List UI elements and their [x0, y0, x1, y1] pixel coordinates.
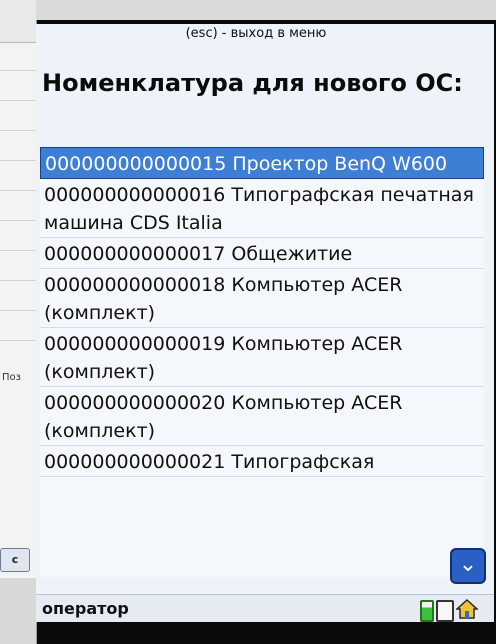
- background-grid-line: [0, 280, 36, 281]
- scroll-down-button[interactable]: ⌄: [450, 548, 486, 584]
- list-item[interactable]: 000000000000015 Проектор BenQ W600: [40, 147, 484, 179]
- background-grid-line: [0, 250, 36, 251]
- list-item[interactable]: 000000000000021 Типографская: [40, 446, 484, 477]
- status-bar: оператор: [36, 594, 494, 622]
- home-icon[interactable]: [456, 599, 478, 619]
- background-window-strip: [36, 0, 496, 20]
- background-partial-button[interactable]: c: [0, 548, 30, 572]
- background-grid-line: [0, 70, 36, 71]
- background-grid-line: [0, 190, 36, 191]
- list-item[interactable]: 000000000000018 Компьютер ACER (комплект…: [40, 269, 484, 328]
- nomenclature-list[interactable]: 000000000000015 Проектор BenQ W600 00000…: [40, 147, 484, 577]
- page-title: Номенклатура для нового ОС:: [42, 69, 463, 97]
- background-grid-line: [0, 220, 36, 221]
- chevron-down-icon: ⌄: [458, 552, 478, 577]
- list-item[interactable]: 000000000000019 Компьютер ACER (комплект…: [40, 328, 484, 387]
- background-app-statusbar: [0, 578, 36, 644]
- background-grid-line: [0, 340, 36, 341]
- background-partial-label: Поз: [2, 372, 21, 383]
- background-grid-line: [0, 310, 36, 311]
- background-app-window: Поз c: [0, 0, 37, 644]
- background-grid-line: [0, 160, 36, 161]
- list-item[interactable]: 000000000000016 Типографская печатная ма…: [40, 179, 484, 238]
- esc-hint: (esc) - выход в меню: [185, 26, 327, 41]
- list-item[interactable]: 000000000000020 Компьютер ACER (комплект…: [40, 387, 484, 446]
- background-grid-line: [0, 130, 36, 131]
- background-app-toolbar: [0, 0, 36, 43]
- background-grid-line: [0, 100, 36, 101]
- battery-icon: [420, 600, 434, 622]
- list-item[interactable]: 000000000000017 Общежитие: [40, 238, 484, 269]
- device-icon: [436, 600, 454, 622]
- user-label: оператор: [42, 599, 129, 618]
- device-screen: (esc) - выход в меню Номенклатура для но…: [36, 24, 494, 622]
